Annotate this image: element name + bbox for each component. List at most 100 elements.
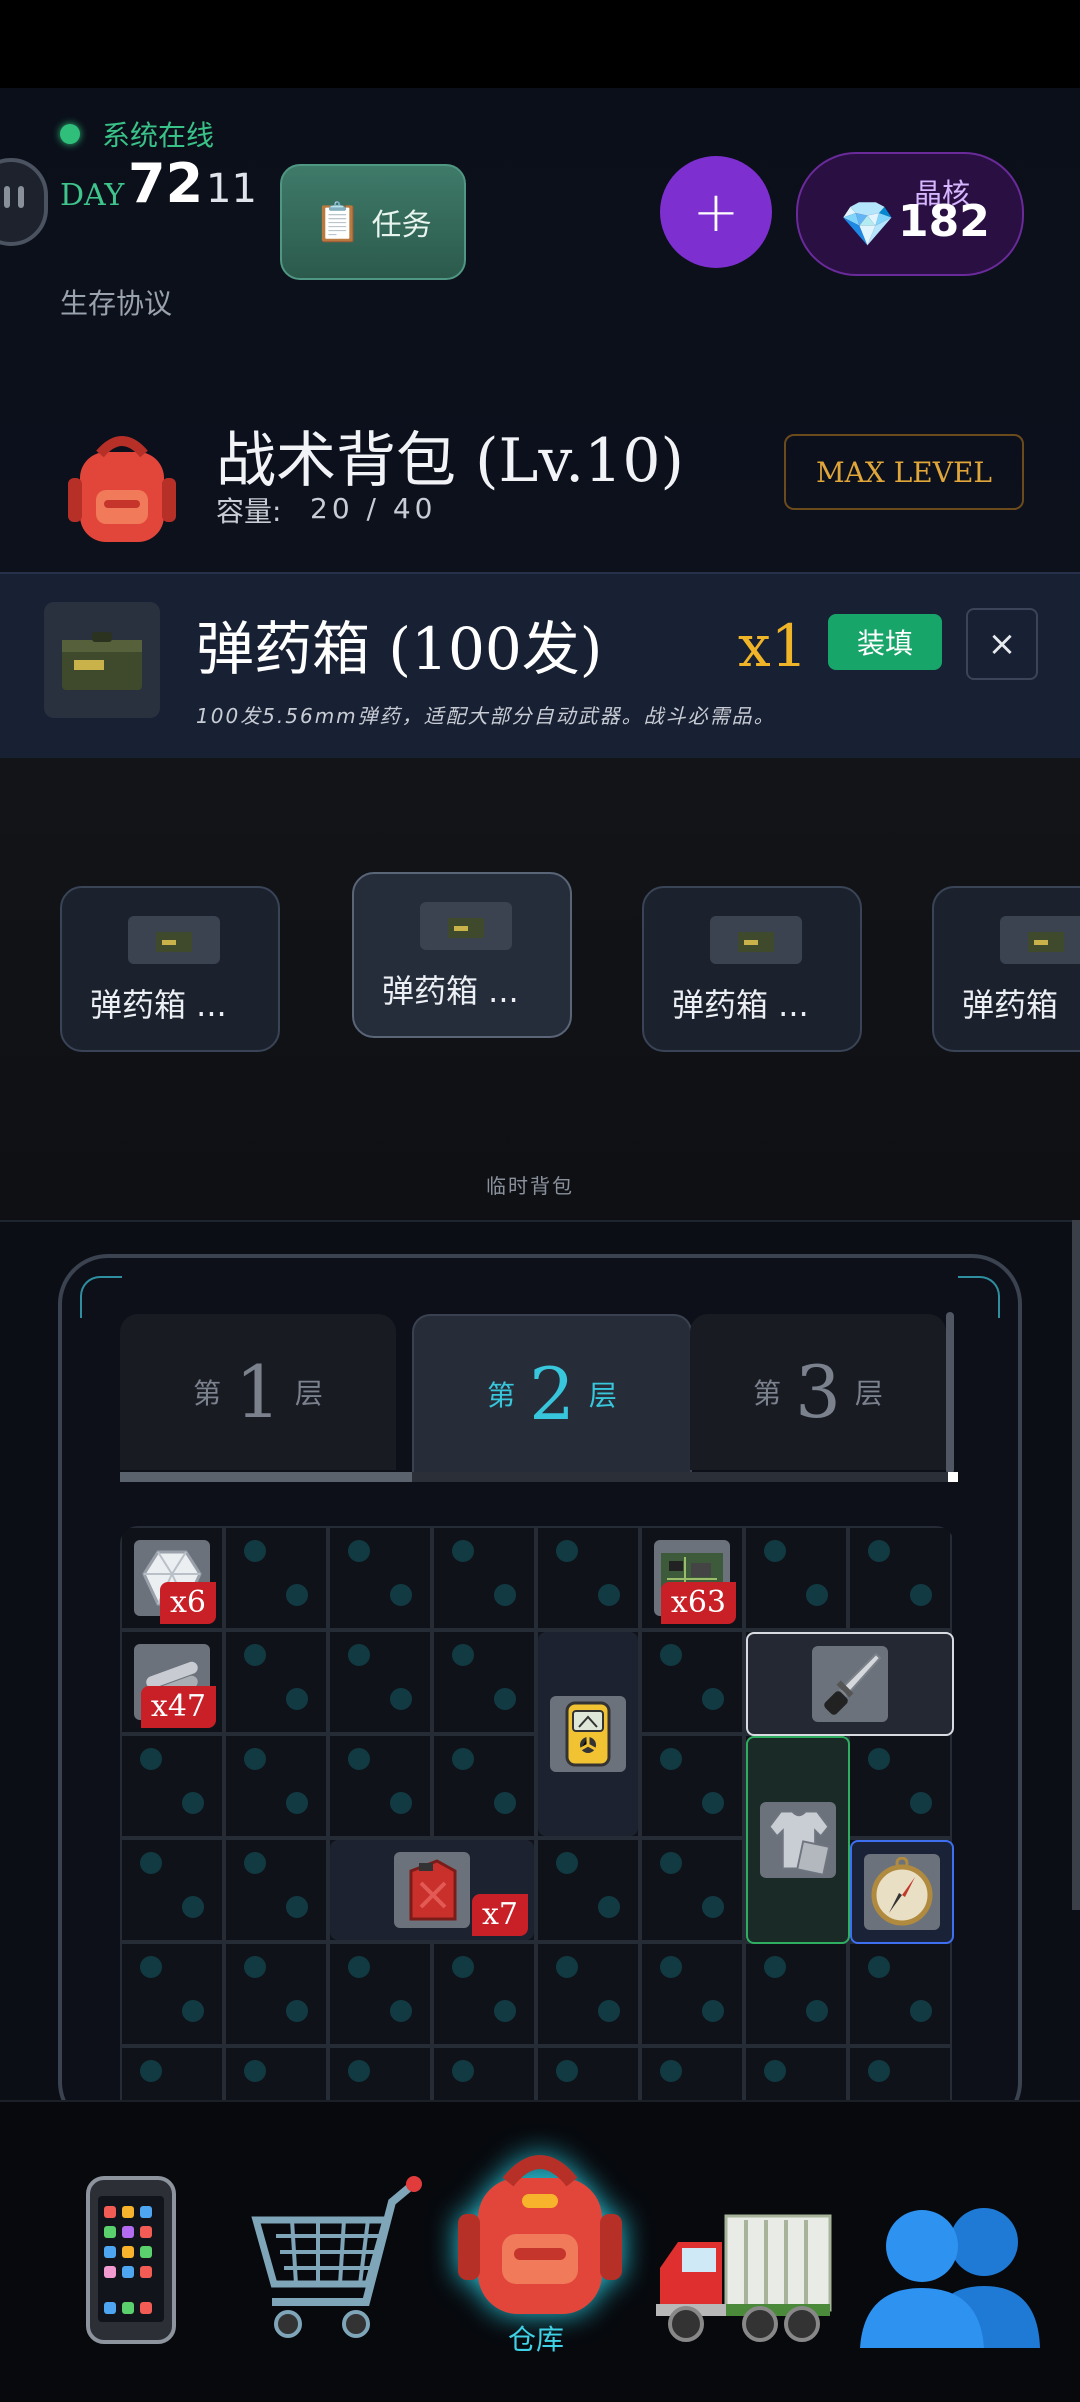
carousel-card-label: 弹药箱 ... bbox=[672, 986, 809, 1024]
tab-prefix: 第 bbox=[487, 1379, 516, 1412]
geiger-counter-icon bbox=[550, 1696, 626, 1772]
cart-icon[interactable] bbox=[246, 2172, 422, 2348]
grid-cell[interactable] bbox=[120, 2046, 224, 2102]
grid-cell[interactable] bbox=[640, 1734, 744, 1838]
grid-cell[interactable] bbox=[536, 1838, 640, 1942]
grid-cell[interactable] bbox=[120, 1942, 224, 2046]
grid-cell[interactable] bbox=[432, 1526, 536, 1630]
backpack-icon[interactable] bbox=[450, 2142, 630, 2322]
grid-cell[interactable] bbox=[120, 1734, 224, 1838]
online-status-text: 系统在线 bbox=[102, 119, 215, 152]
tab-number: 1 bbox=[235, 1350, 281, 1434]
grid-cell[interactable] bbox=[640, 1838, 744, 1942]
grid-cell[interactable] bbox=[224, 1838, 328, 1942]
gem-icon: 💎 bbox=[840, 199, 895, 250]
tab-scrollbar[interactable] bbox=[946, 1312, 954, 1474]
capacity-label: 容量: bbox=[216, 495, 282, 528]
inventory-item-geiger-counter[interactable] bbox=[538, 1632, 638, 1836]
grid-cell[interactable] bbox=[224, 2046, 328, 2102]
load-button[interactable]: 装填 bbox=[828, 614, 942, 670]
tab-number: 3 bbox=[795, 1350, 841, 1434]
compass-icon bbox=[864, 1854, 940, 1930]
tab-prefix: 第 bbox=[193, 1377, 222, 1410]
inventory-item-circuit-board[interactable]: x63 bbox=[642, 1528, 742, 1628]
grid-cell[interactable] bbox=[328, 1630, 432, 1734]
grid-cell[interactable] bbox=[328, 1734, 432, 1838]
backpack-title: 战术背包 (Lv.10) bbox=[216, 426, 684, 496]
grid-cell[interactable] bbox=[224, 1734, 328, 1838]
grid-cell[interactable] bbox=[848, 1734, 952, 1838]
clipboard-icon: 📋 bbox=[314, 199, 362, 244]
phone-icon[interactable] bbox=[84, 2176, 178, 2344]
grid-cell[interactable] bbox=[432, 1942, 536, 2046]
grid-cell[interactable] bbox=[640, 1630, 744, 1734]
grid-cell[interactable] bbox=[640, 1942, 744, 2046]
inventory-item-shirt[interactable] bbox=[746, 1736, 850, 1944]
grid-cell[interactable] bbox=[848, 1942, 952, 2046]
carousel-card[interactable]: 弹药箱 ... bbox=[352, 872, 572, 1038]
grid-cell[interactable] bbox=[432, 2046, 536, 2102]
ammo-box-icon bbox=[128, 916, 220, 964]
item-count-badge: x6 bbox=[159, 1582, 216, 1624]
item-count-badge: x7 bbox=[471, 1894, 528, 1936]
grid-cell[interactable] bbox=[224, 1630, 328, 1734]
tab-layer-1[interactable]: 第 1 层 bbox=[120, 1314, 396, 1470]
task-button[interactable]: 📋 任务 bbox=[280, 164, 466, 280]
grid-cell[interactable] bbox=[328, 1942, 432, 2046]
grid-cell[interactable] bbox=[432, 1734, 536, 1838]
grid-cell[interactable] bbox=[536, 2046, 640, 2102]
inventory-grid: x6 x63 x47 x7 bbox=[120, 1526, 954, 2102]
survival-protocol-label: 生存协议 bbox=[60, 287, 173, 320]
inventory-item-combat-knife[interactable] bbox=[746, 1632, 954, 1736]
tab-number: 2 bbox=[529, 1352, 575, 1436]
grid-cell[interactable] bbox=[536, 1526, 640, 1630]
tab-layer-3[interactable]: 第 3 层 bbox=[690, 1314, 946, 1470]
truck-icon[interactable] bbox=[656, 2206, 834, 2346]
add-currency-button[interactable]: + bbox=[660, 156, 772, 268]
selected-item-title: 弹药箱 (100发) bbox=[196, 615, 603, 683]
item-count-badge: x63 bbox=[660, 1582, 736, 1624]
inventory-item-compass[interactable] bbox=[850, 1840, 954, 1944]
capacity-value: 20 / 40 bbox=[310, 492, 437, 525]
grid-cell[interactable] bbox=[432, 1630, 536, 1734]
carousel-card[interactable]: 弹药箱 bbox=[932, 886, 1080, 1052]
grid-cell[interactable] bbox=[120, 1838, 224, 1942]
temp-backpack-caption: 临时背包 bbox=[486, 1174, 574, 1198]
selected-item-quantity: x1 bbox=[738, 612, 808, 680]
people-icon[interactable] bbox=[860, 2202, 1040, 2350]
task-button-label: 任务 bbox=[371, 208, 432, 243]
fuel-can-icon bbox=[394, 1852, 470, 1928]
carousel-card-label: 弹药箱 ... bbox=[382, 972, 519, 1010]
grid-cell[interactable] bbox=[848, 2046, 952, 2102]
carousel-card-label: 弹药箱 bbox=[962, 986, 1059, 1024]
grid-cell[interactable] bbox=[536, 1942, 640, 2046]
ammo-box-icon bbox=[44, 602, 160, 718]
grid-cell[interactable] bbox=[744, 1942, 848, 2046]
close-button[interactable]: × bbox=[966, 608, 1038, 680]
carousel-card[interactable]: 弹药箱 ... bbox=[60, 886, 280, 1052]
carousel-card[interactable]: 弹药箱 ... bbox=[642, 886, 862, 1052]
grid-cell[interactable] bbox=[328, 1526, 432, 1630]
ammo-box-icon bbox=[420, 902, 512, 950]
ammo-box-icon bbox=[1000, 916, 1080, 964]
grid-cell[interactable] bbox=[744, 2046, 848, 2102]
tab-suffix: 层 bbox=[854, 1377, 883, 1410]
max-level-button[interactable]: MAX LEVEL bbox=[784, 434, 1024, 510]
online-status-dot bbox=[60, 124, 80, 144]
grid-cell[interactable] bbox=[640, 2046, 744, 2102]
grid-cell[interactable] bbox=[328, 2046, 432, 2102]
grid-cell[interactable] bbox=[848, 1526, 952, 1630]
tab-suffix: 层 bbox=[588, 1379, 617, 1412]
tab-layer-2[interactable]: 第 2 层 bbox=[412, 1314, 692, 1472]
knife-icon bbox=[812, 1646, 888, 1722]
page-scrollbar[interactable] bbox=[1072, 1220, 1080, 1910]
inventory-item-metal-pipes[interactable]: x47 bbox=[122, 1632, 222, 1732]
inventory-item-gem-ore[interactable]: x6 bbox=[122, 1528, 222, 1628]
grid-cell[interactable] bbox=[224, 1942, 328, 2046]
tab-indicator bbox=[120, 1472, 412, 1482]
tab-prefix: 第 bbox=[753, 1377, 782, 1410]
grid-cell[interactable] bbox=[744, 1526, 848, 1630]
currency-count: 182 bbox=[898, 196, 990, 247]
inventory-item-fuel-can[interactable]: x7 bbox=[330, 1840, 534, 1940]
grid-cell[interactable] bbox=[224, 1526, 328, 1630]
